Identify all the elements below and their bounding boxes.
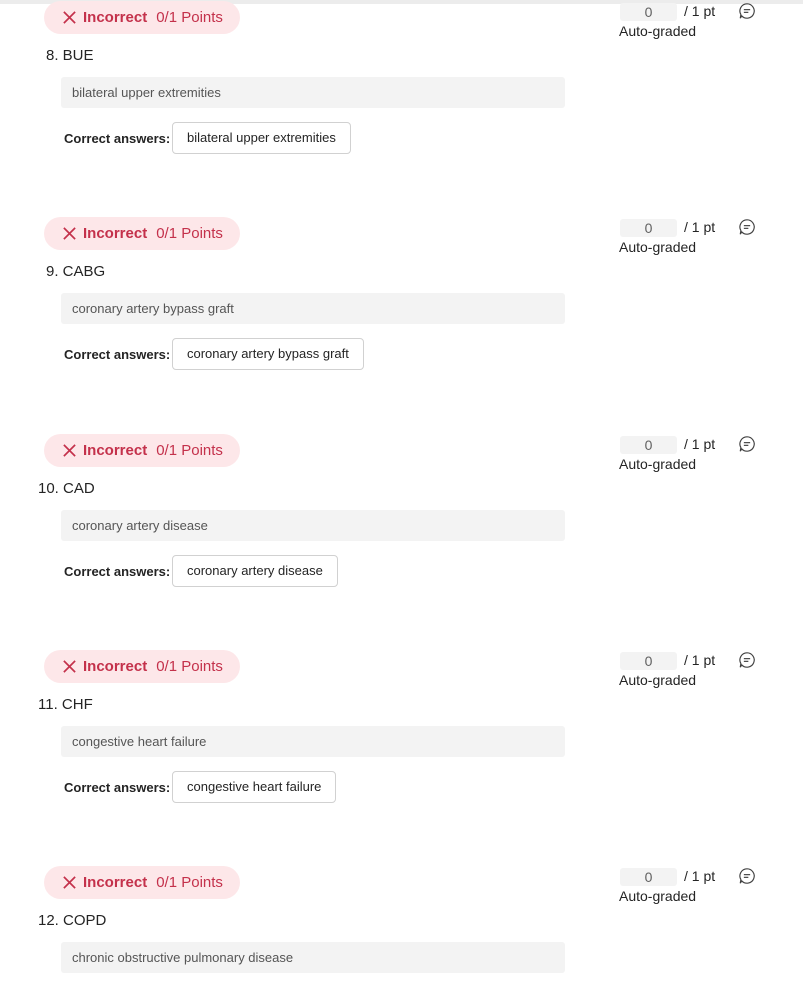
points-label: 0/1 Points [156, 225, 223, 242]
grading-mode: Auto-graded [619, 456, 697, 472]
max-points: / 1 pt [684, 436, 716, 452]
close-icon [63, 444, 76, 457]
points-label: 0/1 Points [156, 9, 223, 26]
status-label: Incorrect [83, 442, 148, 459]
status-label: Incorrect [83, 225, 148, 242]
score-input[interactable]: 0 [620, 868, 677, 886]
correct-answer-chip: bilateral upper extremities [172, 122, 351, 154]
correct-answer-chip: congestive heart failure [172, 771, 337, 803]
score-input[interactable]: 0 [620, 219, 677, 237]
status-label: Incorrect [83, 874, 148, 891]
grading-mode: Auto-graded [619, 239, 697, 255]
close-icon [63, 227, 76, 240]
question-title: 10. CAD [38, 480, 95, 497]
student-response: congestive heart failure [61, 726, 565, 757]
question-card: Incorrect 0/1 Points 10. CAD coronary ar… [0, 434, 803, 650]
incorrect-badge: Incorrect 0/1 Points [44, 217, 240, 250]
score-input[interactable]: 0 [620, 436, 677, 454]
comment-icon[interactable] [738, 218, 756, 236]
question-title: 12. COPD [38, 912, 107, 929]
status-label: Incorrect [83, 9, 148, 26]
max-points: / 1 pt [684, 219, 716, 235]
student-response: bilateral upper extremities [61, 77, 565, 108]
score-input[interactable]: 0 [620, 3, 677, 21]
student-response: chronic obstructive pulmonary disease [61, 942, 565, 973]
close-icon [63, 660, 76, 673]
incorrect-badge: Incorrect 0/1 Points [44, 650, 240, 683]
incorrect-badge: Incorrect 0/1 Points [44, 1, 240, 34]
question-card: Incorrect 0/1 Points 9. CABG coronary ar… [0, 217, 803, 433]
correct-answer-chip: coronary artery bypass graft [172, 338, 364, 370]
grading-mode: Auto-graded [619, 23, 697, 39]
correct-answers-label: Correct answers: [64, 780, 171, 795]
max-points: / 1 pt [684, 652, 716, 668]
points-label: 0/1 Points [156, 658, 223, 675]
question-card: Incorrect 0/1 Points 8. BUE bilateral up… [0, 1, 803, 217]
question-title: 8. BUE [46, 47, 94, 64]
question-card: Incorrect 0/1 Points 11. CHF congestive … [0, 650, 803, 866]
comment-icon[interactable] [738, 2, 756, 20]
max-points: / 1 pt [684, 3, 716, 19]
close-icon [63, 11, 76, 24]
grading-mode: Auto-graded [619, 672, 697, 688]
question-title: 11. CHF [38, 696, 93, 713]
question-title: 9. CABG [46, 263, 106, 280]
student-response: coronary artery bypass graft [61, 293, 565, 324]
points-label: 0/1 Points [156, 442, 223, 459]
comment-icon[interactable] [738, 867, 756, 885]
incorrect-badge: Incorrect 0/1 Points [44, 434, 240, 467]
score-input[interactable]: 0 [620, 652, 677, 670]
correct-answers-label: Correct answers: [64, 347, 171, 362]
status-label: Incorrect [83, 658, 148, 675]
grading-mode: Auto-graded [619, 888, 697, 904]
correct-answers-label: Correct answers: [64, 564, 171, 579]
student-response: coronary artery disease [61, 510, 565, 541]
comment-icon[interactable] [738, 651, 756, 669]
correct-answers-label: Correct answers: [64, 131, 171, 146]
comment-icon[interactable] [738, 435, 756, 453]
incorrect-badge: Incorrect 0/1 Points [44, 866, 240, 899]
correct-answer-chip: coronary artery disease [172, 555, 338, 587]
close-icon [63, 876, 76, 889]
question-card: Incorrect 0/1 Points 12. COPD chronic ob… [0, 866, 803, 999]
points-label: 0/1 Points [156, 874, 223, 891]
max-points: / 1 pt [684, 868, 716, 884]
